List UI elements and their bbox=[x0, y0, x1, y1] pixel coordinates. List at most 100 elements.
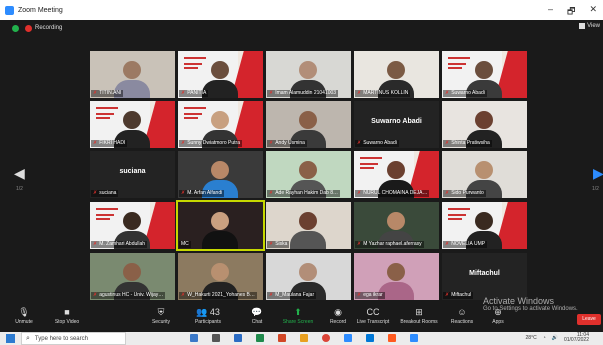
participant-tile[interactable]: ✗ Sido Purwanto bbox=[442, 151, 527, 198]
toolbar-label: Breakout Rooms bbox=[400, 319, 438, 325]
participant-tile[interactable]: ✗ Imam Alamuddin 21041003 bbox=[266, 51, 351, 98]
participant-name-label: ✗ Suwarno Abadi bbox=[355, 140, 399, 147]
recording-label: Recording bbox=[35, 25, 63, 31]
view-button[interactable]: View bbox=[579, 23, 600, 29]
slide-text-line bbox=[184, 67, 198, 69]
participant-tile[interactable]: ✗ TITIN.ANI bbox=[90, 51, 175, 98]
folder-icon[interactable] bbox=[300, 334, 308, 342]
participant-tile[interactable]: Miftachul ✗ Miftachul bbox=[442, 253, 527, 300]
muted-microphone-icon: ✗ bbox=[269, 90, 274, 96]
participant-tile[interactable]: ✗ M. Zamhari Abdullah bbox=[90, 202, 175, 249]
slide-text-line bbox=[184, 57, 206, 59]
slide-text-line bbox=[96, 107, 118, 109]
slide-text-line bbox=[360, 157, 382, 159]
volume-icon[interactable]: 🔊 bbox=[552, 335, 558, 341]
muted-microphone-icon: ✗ bbox=[445, 90, 450, 96]
participant-tile[interactable]: ✗ agustinus HC - Univ. Wijay… bbox=[90, 253, 175, 300]
participant-tile[interactable]: ✗ M Yazhar raphael.aferrasy bbox=[354, 202, 439, 249]
participant-tile[interactable]: ✗ Shinta Pratiwsiha bbox=[442, 101, 527, 148]
participant-name-label: ✗ FIKRI HADI bbox=[91, 140, 128, 147]
taskbar-search-input[interactable]: ⌕ Type here to search bbox=[21, 332, 126, 345]
participant-face bbox=[387, 61, 405, 79]
participant-name-label: ✗ MARTINUS KOLLIN bbox=[355, 90, 411, 97]
participant-tile[interactable]: ✗ PANITIA bbox=[178, 51, 263, 98]
participant-tile[interactable]: ✗ NOVELIA UMP bbox=[442, 202, 527, 249]
muted-microphone-icon: ✗ bbox=[357, 241, 362, 247]
participant-tile[interactable]: ✗ Siska bbox=[266, 202, 351, 249]
participants-icon: 👥 43 bbox=[196, 307, 220, 317]
participant-tile[interactable]: ✗ ega ikrar bbox=[354, 253, 439, 300]
muted-microphone-icon: ✗ bbox=[93, 90, 98, 96]
participant-tile[interactable]: suciana ✗ suciana bbox=[90, 151, 175, 198]
toolbar-label: Apps bbox=[492, 319, 504, 325]
participant-tile[interactable]: ✗ Suwarno Abadi bbox=[442, 51, 527, 98]
excel-icon[interactable] bbox=[256, 334, 264, 342]
stop-video-button[interactable]: ■ Stop Video bbox=[45, 307, 89, 325]
participant-name: M. Zamhari Abdullah bbox=[99, 241, 146, 247]
participant-tile[interactable]: ✗ M_Maulana Fajar bbox=[266, 253, 351, 300]
slide-text-line bbox=[96, 208, 118, 210]
file-explorer-icon[interactable] bbox=[190, 334, 198, 342]
participant-name: Suwarno Abadi bbox=[363, 140, 397, 146]
participant-face bbox=[211, 161, 229, 179]
minimize-button[interactable]: – bbox=[548, 4, 553, 20]
close-button[interactable]: ✕ bbox=[589, 4, 597, 20]
muted-microphone-icon: ✗ bbox=[93, 292, 98, 298]
muted-microphone-icon: ✗ bbox=[269, 140, 274, 146]
task-view-icon[interactable] bbox=[212, 334, 220, 342]
leave-button[interactable]: Leave bbox=[577, 314, 601, 325]
slide-text-line bbox=[448, 214, 466, 216]
chat-button[interactable]: 💬 Chat bbox=[235, 307, 279, 325]
slide-text-line bbox=[184, 117, 198, 119]
participant-tile[interactable]: ✗ Sunny Dwiatmoro Putra bbox=[178, 101, 263, 148]
security-shield-icon[interactable] bbox=[12, 24, 19, 32]
participant-face bbox=[387, 212, 405, 230]
chrome-icon[interactable] bbox=[322, 334, 330, 342]
next-page-arrow-icon[interactable]: ▶ bbox=[593, 165, 603, 181]
participant-name: Suwarno Abadi bbox=[451, 90, 485, 96]
muted-microphone-icon: ✗ bbox=[269, 241, 274, 247]
participant-tile[interactable]: ✗ Andy Usmina bbox=[266, 101, 351, 148]
previous-page-arrow-icon[interactable]: ◀ bbox=[14, 165, 25, 181]
slide-text-line bbox=[96, 117, 110, 119]
participant-tile[interactable]: ✗ NURUL CHOMAINA DEJA… bbox=[354, 151, 439, 198]
participant-tile[interactable]: ✗ Ade Rayhan Hakim Dab 8… bbox=[266, 151, 351, 198]
participant-tile[interactable]: ✗ W_Hakurti 2021_Yohanes B… bbox=[178, 253, 263, 300]
unmute-button[interactable]: 🎙 Unmute bbox=[2, 307, 46, 325]
maximize-button[interactable]: 🗗 bbox=[567, 4, 575, 20]
participant-name-label: ✗ W_Hakurti 2021_Yohanes B… bbox=[179, 292, 257, 299]
activate-subtitle: Go to Settings to activate Windows. bbox=[483, 306, 578, 312]
participant-name-label: ✗ PANITIA bbox=[179, 90, 209, 97]
participant-face bbox=[299, 111, 317, 129]
slide-text-line bbox=[448, 63, 466, 65]
participant-name-label: ✗ M. Arfan Alfandi bbox=[179, 190, 225, 197]
app-icon[interactable] bbox=[388, 334, 396, 342]
slide-text-line bbox=[184, 63, 202, 65]
breakout-rooms-button[interactable]: ⊞ Breakout Rooms bbox=[397, 307, 441, 325]
participant-tile[interactable]: MC bbox=[176, 200, 265, 251]
participant-tile[interactable]: ✗ M. Arfan Alfandi bbox=[178, 151, 263, 198]
windows-start-icon[interactable] bbox=[6, 334, 15, 343]
participants-button[interactable]: 👥 43 Participants bbox=[186, 307, 230, 325]
participant-name: suciana bbox=[99, 190, 117, 196]
live-transcript-button[interactable]: CC Live Transcript bbox=[351, 307, 395, 325]
participant-face bbox=[387, 161, 405, 179]
taskbar-clock[interactable]: 11:04 01/07/2022 bbox=[564, 333, 589, 343]
windows-taskbar: ⌕ Type here to search 28°C ◔ 🔊 11:04 01/… bbox=[0, 332, 603, 345]
store-icon[interactable] bbox=[410, 334, 418, 342]
participant-tile[interactable]: ✗ MARTINUS KOLLIN bbox=[354, 51, 439, 98]
participant-name-label: ✗ Sunny Dwiatmoro Putra bbox=[179, 140, 243, 147]
weather-temp[interactable]: 28°C bbox=[526, 335, 537, 341]
participant-body bbox=[202, 231, 238, 249]
participant-tile[interactable]: ✗ FIKRI HADI bbox=[90, 101, 175, 148]
participant-name: agustinus HC - Univ. Wijay… bbox=[99, 292, 164, 298]
participant-tile[interactable]: Suwarno Abadi ✗ Suwarno Abadi bbox=[354, 101, 439, 148]
edge-icon[interactable] bbox=[366, 334, 374, 342]
meeting-topbar: Recording View bbox=[0, 20, 603, 36]
security-button[interactable]: ⛨ Security bbox=[139, 307, 183, 325]
share-screen-button[interactable]: ⬆ Share Screen bbox=[276, 307, 320, 325]
powerpoint-icon[interactable] bbox=[278, 334, 286, 342]
word-icon[interactable] bbox=[234, 334, 242, 342]
wifi-icon[interactable]: ◔ bbox=[543, 335, 546, 341]
zoom-taskbar-icon[interactable] bbox=[344, 334, 352, 342]
